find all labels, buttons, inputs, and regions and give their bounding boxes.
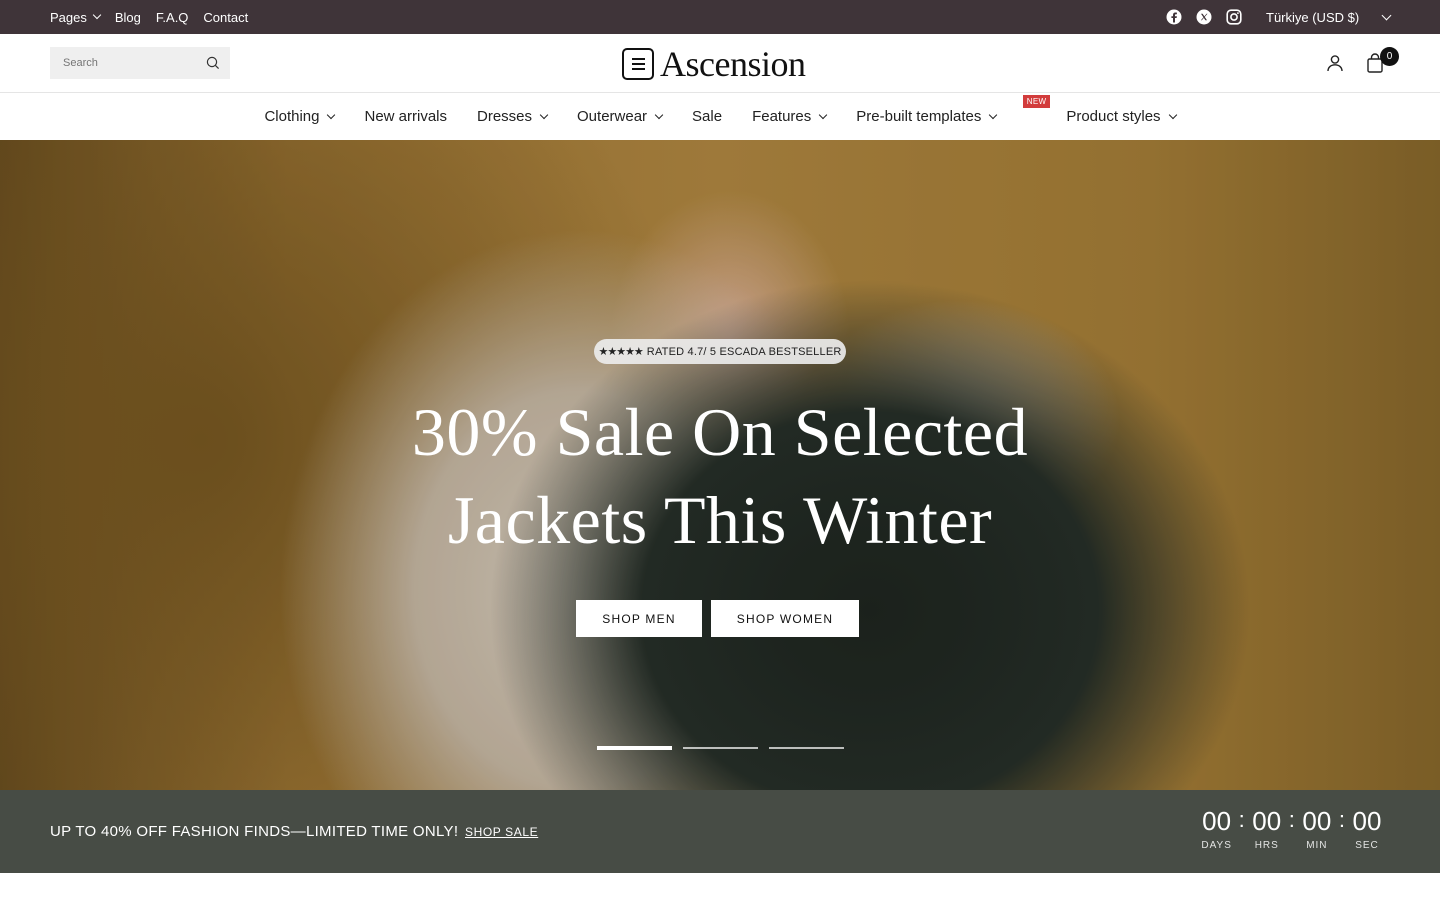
countdown-seconds: 00 SEC — [1351, 807, 1383, 851]
nav-item-dresses[interactable]: Dresses — [477, 108, 549, 125]
blog-link[interactable]: Blog — [115, 10, 141, 25]
rating-text: RATED 4.7/ 5 ESCADA BESTSELLER — [646, 345, 842, 358]
hero-heading: 30% Sale On Selected Jackets This Winter — [320, 388, 1120, 564]
star-rating-icon: ★★★★★ — [598, 346, 643, 358]
nav-item-clothing[interactable]: Clothing — [264, 108, 336, 125]
site-header: Ascension 0 — [0, 34, 1440, 93]
facebook-icon[interactable] — [1166, 9, 1182, 25]
cart-count-badge: 0 — [1380, 47, 1399, 66]
countdown-hours-label: HRS — [1254, 840, 1279, 851]
chevron-down-icon — [1381, 10, 1392, 20]
menu-icon — [622, 48, 654, 80]
countdown-seconds-label: SEC — [1355, 840, 1379, 851]
top-right: Türkiye (USD $) — [1166, 0, 1392, 34]
countdown-days: 00 DAYS — [1201, 807, 1233, 851]
nav-item-sale[interactable]: Sale — [692, 108, 722, 125]
hero-heading-line-2: Jackets This Winter — [447, 482, 993, 558]
nav-item-features[interactable]: Features — [752, 108, 828, 125]
promo-banner: UP TO 40% OFF FASHION FINDS—LIMITED TIME… — [0, 790, 1440, 873]
shop-sale-link[interactable]: SHOP SALE — [465, 825, 538, 839]
search-icon[interactable] — [205, 55, 221, 71]
contact-link[interactable]: Contact — [203, 10, 248, 25]
chevron-down-icon — [92, 10, 102, 20]
nav-label: Dresses — [477, 108, 533, 125]
nav-item-new-arrivals[interactable]: New arrivals — [364, 108, 447, 125]
chevron-down-icon — [1168, 110, 1177, 119]
logo[interactable]: Ascension — [622, 44, 806, 84]
countdown-timer: 00 DAYS : 00 HRS : 00 MIN : 00 SEC — [1201, 807, 1383, 851]
chevron-down-icon — [539, 110, 549, 119]
slide-indicator-1[interactable] — [597, 746, 672, 750]
nav-label: Features — [752, 108, 812, 125]
new-badge: NEW — [1022, 95, 1051, 108]
top-utility-bar: Pages Blog F.A.Q Contact Türkiye (USD $) — [0, 0, 1440, 34]
main-navigation: Clothing New arrivals Dresses Outerwear … — [0, 93, 1440, 140]
faq-link[interactable]: F.A.Q — [156, 10, 189, 25]
search-input[interactable] — [63, 57, 193, 69]
countdown-separator: : — [1338, 807, 1345, 832]
chevron-down-icon — [654, 110, 664, 119]
shop-women-button[interactable]: SHOP WOMEN — [711, 600, 859, 637]
countdown-minutes: 00 MIN — [1301, 807, 1333, 851]
chevron-down-icon — [327, 110, 336, 119]
pages-label: Pages — [50, 9, 87, 25]
nav-item-product-styles[interactable]: Product styles — [1066, 108, 1177, 125]
search-box — [50, 47, 230, 79]
currency-label: Türkiye (USD $) — [1266, 9, 1360, 25]
nav-label: Sale — [692, 108, 723, 125]
chevron-down-icon — [989, 110, 998, 119]
slide-indicator-3[interactable] — [769, 747, 844, 749]
hero-slideshow: ★★★★★ RATED 4.7/ 5 ESCADA BESTSELLER 30%… — [0, 140, 1440, 790]
social-links — [1166, 9, 1242, 25]
countdown-hours-value: 00 — [1252, 806, 1282, 836]
nav-label: Outerwear — [577, 108, 648, 125]
slide-indicator-2[interactable] — [683, 747, 758, 749]
pages-link[interactable]: Pages — [50, 9, 102, 25]
x-icon[interactable] — [1196, 9, 1212, 25]
promo-message: UP TO 40% OFF FASHION FINDS—LIMITED TIME… — [50, 823, 459, 840]
nav-label: Product styles — [1066, 108, 1161, 125]
nav-label: Pre-built templates — [856, 108, 982, 125]
hero-heading-line-1: 30% Sale On Selected — [411, 394, 1029, 470]
countdown-minutes-label: MIN — [1306, 840, 1328, 851]
nav-label: Clothing — [264, 108, 320, 125]
nav-item-pre-built-templates[interactable]: Pre-built templates NEW — [856, 95, 1051, 125]
rating-badge: ★★★★★ RATED 4.7/ 5 ESCADA BESTSELLER — [594, 339, 846, 364]
countdown-minutes-value: 00 — [1302, 806, 1332, 836]
countdown-days-value: 00 — [1202, 806, 1232, 836]
countdown-days-label: DAYS — [1201, 840, 1232, 851]
slide-indicators — [597, 746, 844, 750]
top-links: Pages Blog F.A.Q Contact — [50, 0, 248, 34]
account-icon[interactable] — [1325, 53, 1345, 73]
logo-text: Ascension — [660, 44, 806, 84]
countdown-seconds-value: 00 — [1352, 806, 1382, 836]
countdown-separator: : — [1288, 807, 1295, 832]
countdown-hours: 00 HRS — [1251, 807, 1283, 851]
nav-label: New arrivals — [364, 108, 447, 125]
countdown-separator: : — [1238, 807, 1245, 832]
instagram-icon[interactable] — [1226, 9, 1242, 25]
shop-men-button[interactable]: SHOP MEN — [576, 600, 702, 637]
nav-item-outerwear[interactable]: Outerwear — [577, 108, 664, 125]
currency-selector[interactable]: Türkiye (USD $) — [1266, 9, 1392, 25]
chevron-down-icon — [819, 110, 828, 119]
